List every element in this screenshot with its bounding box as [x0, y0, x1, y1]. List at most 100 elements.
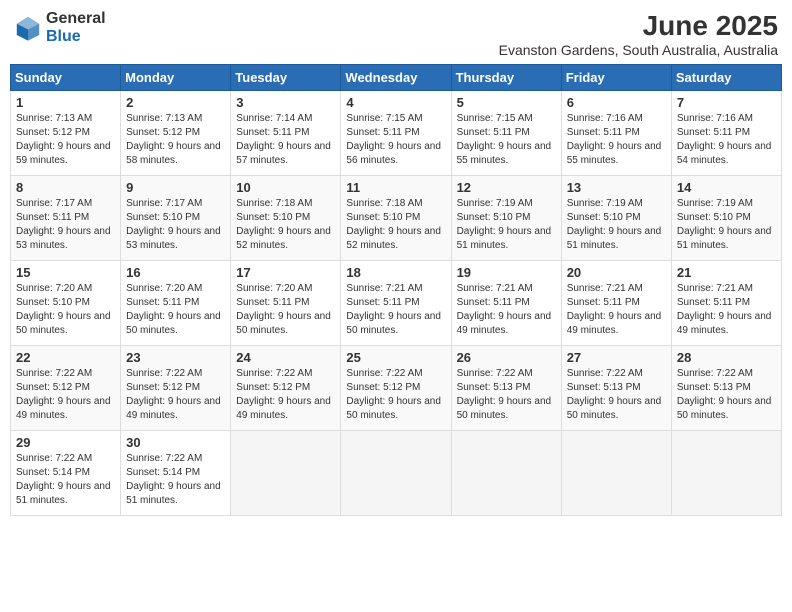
calendar-day-cell: 30 Sunrise: 7:22 AM Sunset: 5:14 PM Dayl…	[121, 431, 231, 516]
day-detail: Sunrise: 7:15 AM Sunset: 5:11 PM Dayligh…	[346, 112, 445, 168]
day-detail: Sunrise: 7:16 AM Sunset: 5:11 PM Dayligh…	[677, 112, 776, 168]
title-block: June 2025 Evanston Gardens, South Austra…	[499, 10, 778, 58]
month-title: June 2025	[499, 10, 778, 42]
calendar-empty-cell	[561, 431, 671, 516]
day-detail: Sunrise: 7:22 AM Sunset: 5:12 PM Dayligh…	[346, 367, 445, 423]
calendar-day-cell: 27 Sunrise: 7:22 AM Sunset: 5:13 PM Dayl…	[561, 346, 671, 431]
column-header-thursday: Thursday	[451, 65, 561, 91]
day-detail: Sunrise: 7:22 AM Sunset: 5:12 PM Dayligh…	[126, 367, 225, 423]
calendar-day-cell: 21 Sunrise: 7:21 AM Sunset: 5:11 PM Dayl…	[671, 261, 781, 346]
calendar-day-cell: 7 Sunrise: 7:16 AM Sunset: 5:11 PM Dayli…	[671, 91, 781, 176]
day-detail: Sunrise: 7:22 AM Sunset: 5:13 PM Dayligh…	[567, 367, 666, 423]
day-detail: Sunrise: 7:22 AM Sunset: 5:13 PM Dayligh…	[457, 367, 556, 423]
calendar-day-cell: 9 Sunrise: 7:17 AM Sunset: 5:10 PM Dayli…	[121, 176, 231, 261]
day-detail: Sunrise: 7:13 AM Sunset: 5:12 PM Dayligh…	[126, 112, 225, 168]
page-header: General Blue June 2025 Evanston Gardens,…	[10, 10, 782, 58]
calendar-empty-cell	[671, 431, 781, 516]
column-header-monday: Monday	[121, 65, 231, 91]
logo-blue-text: Blue	[46, 28, 106, 46]
column-header-tuesday: Tuesday	[231, 65, 341, 91]
calendar-week-row: 15 Sunrise: 7:20 AM Sunset: 5:10 PM Dayl…	[11, 261, 782, 346]
day-detail: Sunrise: 7:22 AM Sunset: 5:12 PM Dayligh…	[236, 367, 335, 423]
calendar-day-cell: 17 Sunrise: 7:20 AM Sunset: 5:11 PM Dayl…	[231, 261, 341, 346]
day-number: 7	[677, 95, 776, 110]
calendar-day-cell: 16 Sunrise: 7:20 AM Sunset: 5:11 PM Dayl…	[121, 261, 231, 346]
calendar-day-cell: 26 Sunrise: 7:22 AM Sunset: 5:13 PM Dayl…	[451, 346, 561, 431]
day-detail: Sunrise: 7:13 AM Sunset: 5:12 PM Dayligh…	[16, 112, 115, 168]
calendar-table: SundayMondayTuesdayWednesdayThursdayFrid…	[10, 64, 782, 516]
day-detail: Sunrise: 7:18 AM Sunset: 5:10 PM Dayligh…	[236, 197, 335, 253]
calendar-day-cell: 2 Sunrise: 7:13 AM Sunset: 5:12 PM Dayli…	[121, 91, 231, 176]
logo-icon	[14, 14, 42, 42]
calendar-day-cell: 3 Sunrise: 7:14 AM Sunset: 5:11 PM Dayli…	[231, 91, 341, 176]
day-detail: Sunrise: 7:19 AM Sunset: 5:10 PM Dayligh…	[567, 197, 666, 253]
day-detail: Sunrise: 7:20 AM Sunset: 5:10 PM Dayligh…	[16, 282, 115, 338]
day-number: 16	[126, 265, 225, 280]
column-header-wednesday: Wednesday	[341, 65, 451, 91]
calendar-day-cell: 10 Sunrise: 7:18 AM Sunset: 5:10 PM Dayl…	[231, 176, 341, 261]
calendar-day-cell: 11 Sunrise: 7:18 AM Sunset: 5:10 PM Dayl…	[341, 176, 451, 261]
day-number: 29	[16, 435, 115, 450]
day-detail: Sunrise: 7:22 AM Sunset: 5:13 PM Dayligh…	[677, 367, 776, 423]
day-detail: Sunrise: 7:22 AM Sunset: 5:14 PM Dayligh…	[126, 452, 225, 508]
calendar-day-cell: 24 Sunrise: 7:22 AM Sunset: 5:12 PM Dayl…	[231, 346, 341, 431]
calendar-day-cell: 12 Sunrise: 7:19 AM Sunset: 5:10 PM Dayl…	[451, 176, 561, 261]
day-number: 30	[126, 435, 225, 450]
day-number: 2	[126, 95, 225, 110]
day-detail: Sunrise: 7:20 AM Sunset: 5:11 PM Dayligh…	[236, 282, 335, 338]
day-number: 4	[346, 95, 445, 110]
day-number: 6	[567, 95, 666, 110]
day-number: 18	[346, 265, 445, 280]
day-number: 19	[457, 265, 556, 280]
day-detail: Sunrise: 7:22 AM Sunset: 5:12 PM Dayligh…	[16, 367, 115, 423]
calendar-week-row: 22 Sunrise: 7:22 AM Sunset: 5:12 PM Dayl…	[11, 346, 782, 431]
calendar-empty-cell	[451, 431, 561, 516]
calendar-day-cell: 28 Sunrise: 7:22 AM Sunset: 5:13 PM Dayl…	[671, 346, 781, 431]
day-number: 25	[346, 350, 445, 365]
calendar-day-cell: 15 Sunrise: 7:20 AM Sunset: 5:10 PM Dayl…	[11, 261, 121, 346]
calendar-week-row: 29 Sunrise: 7:22 AM Sunset: 5:14 PM Dayl…	[11, 431, 782, 516]
day-number: 3	[236, 95, 335, 110]
calendar-day-cell: 19 Sunrise: 7:21 AM Sunset: 5:11 PM Dayl…	[451, 261, 561, 346]
day-number: 26	[457, 350, 556, 365]
day-number: 24	[236, 350, 335, 365]
day-number: 11	[346, 180, 445, 195]
day-detail: Sunrise: 7:16 AM Sunset: 5:11 PM Dayligh…	[567, 112, 666, 168]
day-number: 23	[126, 350, 225, 365]
calendar-day-cell: 20 Sunrise: 7:21 AM Sunset: 5:11 PM Dayl…	[561, 261, 671, 346]
day-detail: Sunrise: 7:19 AM Sunset: 5:10 PM Dayligh…	[677, 197, 776, 253]
day-number: 12	[457, 180, 556, 195]
calendar-day-cell: 6 Sunrise: 7:16 AM Sunset: 5:11 PM Dayli…	[561, 91, 671, 176]
day-number: 27	[567, 350, 666, 365]
column-header-friday: Friday	[561, 65, 671, 91]
day-detail: Sunrise: 7:20 AM Sunset: 5:11 PM Dayligh…	[126, 282, 225, 338]
calendar-day-cell: 29 Sunrise: 7:22 AM Sunset: 5:14 PM Dayl…	[11, 431, 121, 516]
logo-general-text: General	[46, 10, 106, 28]
day-detail: Sunrise: 7:21 AM Sunset: 5:11 PM Dayligh…	[677, 282, 776, 338]
calendar-week-row: 1 Sunrise: 7:13 AM Sunset: 5:12 PM Dayli…	[11, 91, 782, 176]
day-number: 20	[567, 265, 666, 280]
calendar-week-row: 8 Sunrise: 7:17 AM Sunset: 5:11 PM Dayli…	[11, 176, 782, 261]
day-number: 21	[677, 265, 776, 280]
day-number: 28	[677, 350, 776, 365]
calendar-day-cell: 23 Sunrise: 7:22 AM Sunset: 5:12 PM Dayl…	[121, 346, 231, 431]
calendar-day-cell: 1 Sunrise: 7:13 AM Sunset: 5:12 PM Dayli…	[11, 91, 121, 176]
column-header-saturday: Saturday	[671, 65, 781, 91]
day-detail: Sunrise: 7:21 AM Sunset: 5:11 PM Dayligh…	[567, 282, 666, 338]
day-number: 15	[16, 265, 115, 280]
day-detail: Sunrise: 7:15 AM Sunset: 5:11 PM Dayligh…	[457, 112, 556, 168]
calendar-day-cell: 22 Sunrise: 7:22 AM Sunset: 5:12 PM Dayl…	[11, 346, 121, 431]
day-number: 8	[16, 180, 115, 195]
day-number: 5	[457, 95, 556, 110]
calendar-day-cell: 13 Sunrise: 7:19 AM Sunset: 5:10 PM Dayl…	[561, 176, 671, 261]
calendar-header-row: SundayMondayTuesdayWednesdayThursdayFrid…	[11, 65, 782, 91]
day-number: 22	[16, 350, 115, 365]
day-number: 1	[16, 95, 115, 110]
column-header-sunday: Sunday	[11, 65, 121, 91]
logo-text: General Blue	[46, 10, 106, 45]
day-number: 13	[567, 180, 666, 195]
day-detail: Sunrise: 7:17 AM Sunset: 5:11 PM Dayligh…	[16, 197, 115, 253]
calendar-empty-cell	[231, 431, 341, 516]
calendar-day-cell: 14 Sunrise: 7:19 AM Sunset: 5:10 PM Dayl…	[671, 176, 781, 261]
calendar-day-cell: 5 Sunrise: 7:15 AM Sunset: 5:11 PM Dayli…	[451, 91, 561, 176]
